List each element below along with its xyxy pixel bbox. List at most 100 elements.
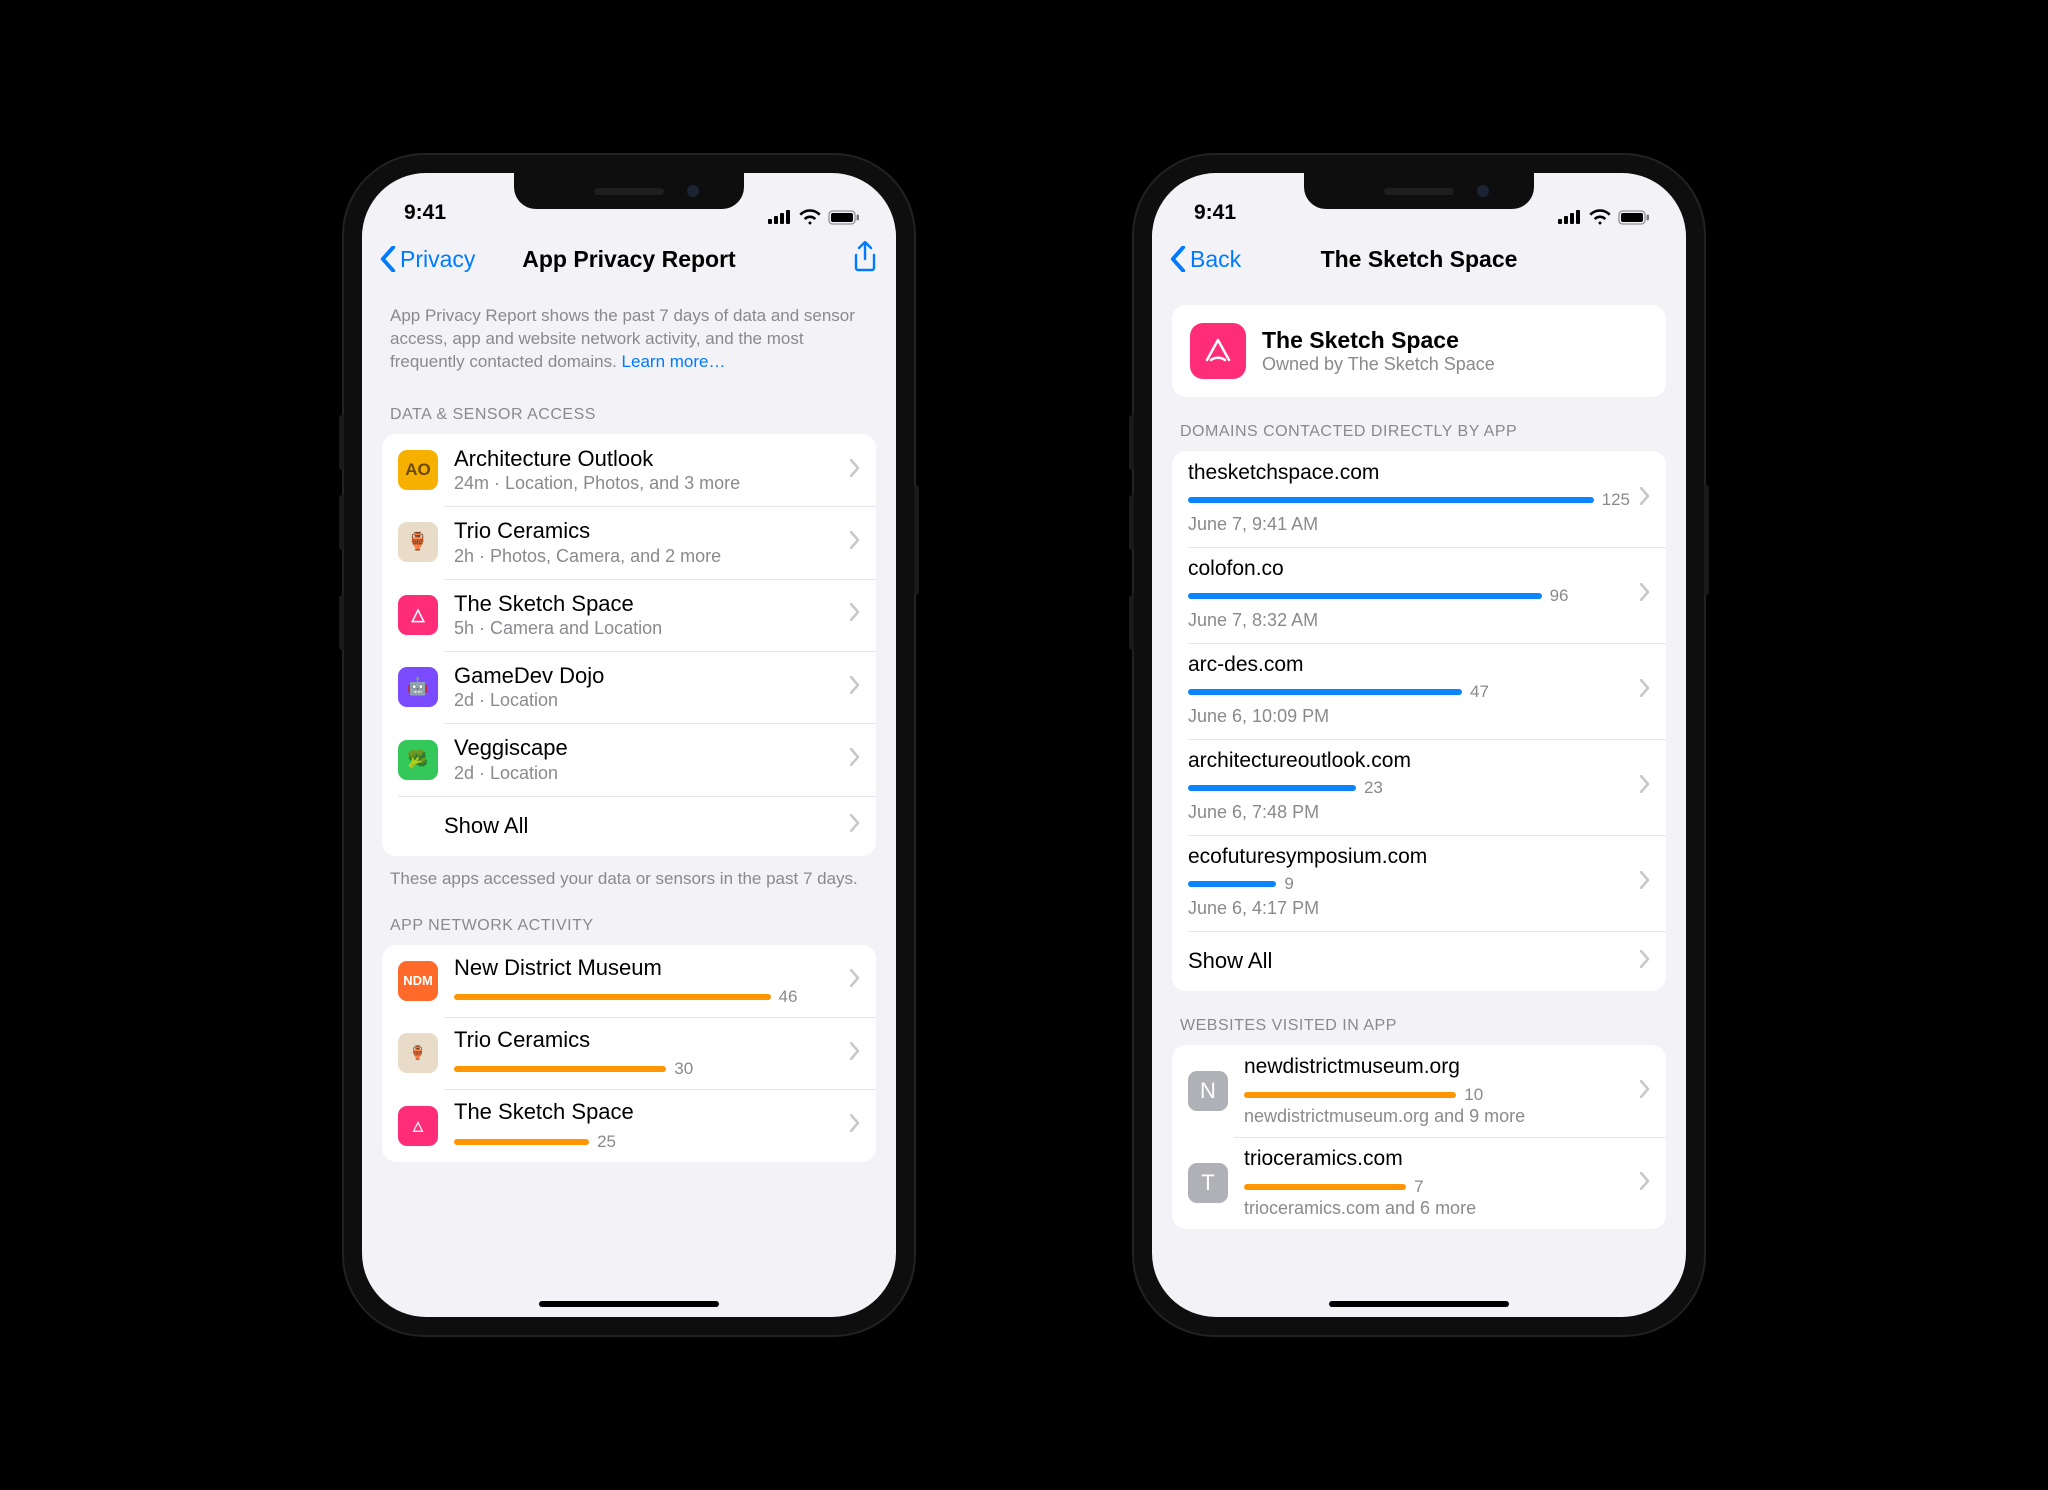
app-icon: △ [398, 595, 438, 635]
battery-icon [828, 210, 860, 225]
app-name: Trio Ceramics [454, 1027, 840, 1053]
app-header-card: The Sketch Space Owned by The Sketch Spa… [1172, 305, 1666, 397]
wifi-icon [799, 209, 821, 225]
domain-row[interactable]: architectureoutlook.com 23 June 6, 7:48 … [1172, 739, 1666, 835]
website-row[interactable]: N newdistrictmuseum.org 10 newdistrictmu… [1172, 1045, 1666, 1137]
network-row[interactable]: 🏺 Trio Ceramics 30 [382, 1017, 876, 1089]
app-name: Trio Ceramics [454, 518, 840, 544]
domain-bar [1188, 785, 1356, 791]
screen-right: 9:41 Back The Sketch Space The Sketch [1152, 173, 1686, 1317]
chevron-right-icon [1640, 950, 1650, 973]
chevron-right-icon [1640, 583, 1650, 606]
back-button[interactable]: Privacy [380, 246, 475, 273]
chevron-right-icon [850, 748, 860, 771]
website-bar [1244, 1184, 1406, 1190]
domain-name: colofon.co [1188, 557, 1630, 581]
data-access-list: AO Architecture Outlook 24m · Location, … [382, 434, 876, 856]
app-icon: 🏺 [398, 522, 438, 562]
app-icon: △ [398, 1106, 438, 1146]
phone-left: 9:41 Privacy App Privacy Report App Priv… [344, 155, 914, 1335]
website-sub: trioceramics.com and 6 more [1244, 1198, 1630, 1219]
app-access-summary: 2h · Photos, Camera, and 2 more [454, 546, 840, 567]
app-name: The Sketch Space [454, 1099, 840, 1125]
content-right: The Sketch Space Owned by The Sketch Spa… [1152, 287, 1686, 1317]
domain-row[interactable]: colofon.co 96 June 7, 8:32 AM [1172, 547, 1666, 643]
website-sub: newdistrictmuseum.org and 9 more [1244, 1106, 1630, 1127]
app-name: The Sketch Space [1262, 327, 1495, 354]
back-button[interactable]: Back [1170, 246, 1241, 273]
network-row[interactable]: NDM New District Museum 46 [382, 945, 876, 1017]
app-name: New District Museum [454, 955, 840, 981]
cellular-icon [1558, 210, 1582, 224]
domain-time: June 6, 4:17 PM [1188, 898, 1630, 919]
status-time: 9:41 [1194, 201, 1236, 225]
website-name: newdistrictmuseum.org [1244, 1055, 1630, 1079]
app-icon: AO [398, 450, 438, 490]
domain-value: 125 [1602, 490, 1630, 510]
domains-list: thesketchspace.com 125 June 7, 9:41 AM c… [1172, 451, 1666, 991]
domain-time: June 7, 8:32 AM [1188, 610, 1630, 631]
content-left: App Privacy Report shows the past 7 days… [362, 287, 896, 1317]
app-name: Veggiscape [454, 735, 840, 761]
domain-time: June 7, 9:41 AM [1188, 514, 1630, 535]
app-row[interactable]: 🥦 Veggiscape 2d · Location [382, 723, 876, 795]
website-bar [1244, 1092, 1456, 1098]
data-access-footer: These apps accessed your data or sensors… [382, 856, 876, 891]
app-row[interactable]: 🏺 Trio Ceramics 2h · Photos, Camera, and… [382, 506, 876, 578]
home-indicator[interactable] [1329, 1301, 1509, 1307]
websites-list: N newdistrictmuseum.org 10 newdistrictmu… [1172, 1045, 1666, 1229]
domain-row[interactable]: thesketchspace.com 125 June 7, 9:41 AM [1172, 451, 1666, 547]
learn-more-link[interactable]: Learn more… [622, 352, 726, 371]
app-row[interactable]: AO Architecture Outlook 24m · Location, … [382, 434, 876, 506]
chevron-right-icon [850, 1114, 860, 1137]
screen-left: 9:41 Privacy App Privacy Report App Priv… [362, 173, 896, 1317]
share-icon [852, 241, 878, 273]
chevron-right-icon [1640, 871, 1650, 894]
domain-time: June 6, 10:09 PM [1188, 706, 1630, 727]
app-name: Architecture Outlook [454, 446, 840, 472]
activity-value: 46 [779, 987, 798, 1007]
app-row[interactable]: 🤖 GameDev Dojo 2d · Location [382, 651, 876, 723]
website-value: 10 [1464, 1085, 1483, 1105]
share-button[interactable] [852, 241, 878, 278]
domains-header: DOMAINS CONTACTED DIRECTLY BY APP [1172, 397, 1666, 451]
network-row[interactable]: △ The Sketch Space 25 [382, 1089, 876, 1161]
app-owner: Owned by The Sketch Space [1262, 354, 1495, 375]
status-icons [768, 209, 860, 225]
domain-row[interactable]: ecofuturesymposium.com 9 June 6, 4:17 PM [1172, 835, 1666, 931]
app-icon: 🏺 [398, 1033, 438, 1073]
status-icons [1558, 209, 1650, 225]
data-sensor-header: DATA & SENSOR ACCESS [382, 380, 876, 434]
home-indicator[interactable] [539, 1301, 719, 1307]
domain-row[interactable]: arc-des.com 47 June 6, 10:09 PM [1172, 643, 1666, 739]
chevron-right-icon [850, 676, 860, 699]
show-all-button[interactable]: Show All [1172, 931, 1666, 991]
battery-icon [1618, 210, 1650, 225]
back-label: Privacy [400, 246, 475, 273]
chevron-right-icon [850, 531, 860, 554]
nav-bar: Back The Sketch Space [1152, 231, 1686, 287]
site-letter-icon: T [1188, 1163, 1228, 1203]
domain-value: 23 [1364, 778, 1383, 798]
app-icon [1190, 323, 1246, 379]
app-row[interactable]: △ The Sketch Space 5h · Camera and Locat… [382, 579, 876, 651]
domain-value: 96 [1550, 586, 1569, 606]
domain-name: arc-des.com [1188, 653, 1630, 677]
chevron-left-icon [380, 246, 396, 272]
chevron-right-icon [850, 969, 860, 992]
phone-right: 9:41 Back The Sketch Space The Sketch [1134, 155, 1704, 1335]
activity-value: 30 [674, 1059, 693, 1079]
site-letter-icon: N [1188, 1071, 1228, 1111]
status-time: 9:41 [404, 201, 446, 225]
network-activity-header: APP NETWORK ACTIVITY [382, 891, 876, 945]
website-row[interactable]: T trioceramics.com 7 trioceramics.com an… [1172, 1137, 1666, 1229]
domain-bar [1188, 593, 1542, 599]
chevron-right-icon [1640, 1080, 1650, 1103]
app-icon: 🤖 [398, 667, 438, 707]
website-name: trioceramics.com [1244, 1147, 1630, 1171]
show-all-button[interactable]: Show All [382, 796, 876, 856]
chevron-right-icon [850, 603, 860, 626]
domain-bar [1188, 497, 1594, 503]
activity-bar [454, 1066, 666, 1072]
website-value: 7 [1414, 1177, 1423, 1197]
